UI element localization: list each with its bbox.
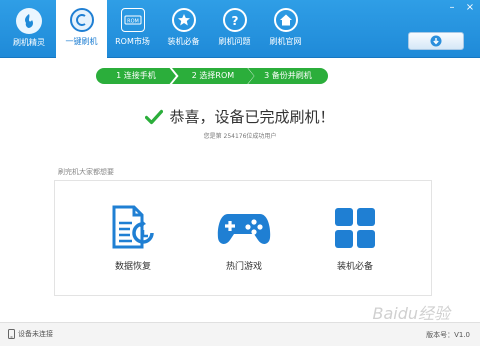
step-backup-flash: 3 备份并刷机 — [248, 68, 328, 84]
nav-rom-market[interactable]: ROM ROM市场 — [107, 0, 158, 58]
progress-steps: 1 连接手机 2 选择ROM 3 备份并刷机 — [96, 68, 328, 84]
card-popular-games[interactable]: 热门游戏 — [194, 205, 294, 272]
step-select-rom: 2 选择ROM — [172, 68, 254, 84]
nav-flash-questions[interactable]: ? 刷机问题 — [209, 0, 260, 58]
svg-text:ROM: ROM — [127, 19, 139, 25]
flash-c-icon — [69, 8, 94, 32]
star-icon — [171, 8, 196, 32]
nav-essentials[interactable]: 装机必备 — [158, 0, 209, 58]
top-navigation-bar: 刷机精灵 一键刷机 ROM ROM市场 装机必备 ? 刷机问题 刷机官网 – × — [0, 0, 480, 58]
nav-label: 一键刷机 — [65, 37, 98, 46]
card-label: 数据恢复 — [114, 262, 151, 272]
home-icon — [273, 8, 298, 32]
nav-official-site[interactable]: 刷机官网 — [260, 0, 311, 58]
phone-icon — [8, 329, 15, 339]
card-label: 装机必备 — [336, 262, 373, 272]
watermark: Baidu经验 — [372, 304, 450, 323]
version-text: 版本号：V1.0 — [426, 331, 470, 339]
device-status-text: 设备未连接 — [18, 330, 53, 338]
svg-text:?: ? — [231, 14, 238, 27]
window-controls: – × — [446, 2, 476, 14]
device-status: 设备未连接 — [8, 329, 53, 339]
user-count-text: 您是第 254176位成功用户 — [203, 133, 277, 140]
nav-one-click-flash[interactable]: 一键刷机 — [56, 0, 107, 58]
step-connect-phone: 1 连接手机 — [96, 68, 176, 84]
panel-title: 刷完机大家都想要 — [58, 168, 114, 176]
card-essentials[interactable]: 装机必备 — [305, 205, 405, 272]
nav-label: 刷机问题 — [218, 37, 251, 46]
minimize-button[interactable]: – — [446, 2, 458, 14]
nav-label: 装机必备 — [167, 37, 200, 46]
gamepad-icon — [216, 205, 272, 251]
recommend-panel: 数据恢复 热门游戏 装机必备 — [54, 180, 432, 296]
apps-grid-icon — [327, 205, 383, 251]
app-logo[interactable]: 刷机精灵 — [4, 6, 54, 56]
success-banner: 恭喜，设备已完成刷机！ — [0, 106, 480, 129]
nav-label: ROM市场 — [115, 37, 150, 46]
card-data-recovery[interactable]: 数据恢复 — [83, 205, 183, 272]
check-icon — [145, 109, 164, 124]
nav-label: 刷机官网 — [269, 37, 302, 46]
close-button[interactable]: × — [464, 2, 476, 14]
download-icon — [430, 35, 442, 47]
status-bar: 设备未连接 版本号：V1.0 — [0, 322, 480, 346]
success-message: 恭喜，设备已完成刷机！ — [169, 108, 335, 126]
data-recovery-icon — [105, 205, 161, 251]
download-button[interactable] — [408, 32, 464, 50]
logo-icon — [16, 8, 42, 34]
card-label: 热门游戏 — [225, 262, 262, 272]
question-icon: ? — [222, 8, 247, 32]
rom-chip-icon: ROM — [120, 8, 145, 32]
main-nav: 一键刷机 ROM ROM市场 装机必备 ? 刷机问题 刷机官网 — [56, 0, 311, 58]
app-name: 刷机精灵 — [13, 38, 45, 47]
